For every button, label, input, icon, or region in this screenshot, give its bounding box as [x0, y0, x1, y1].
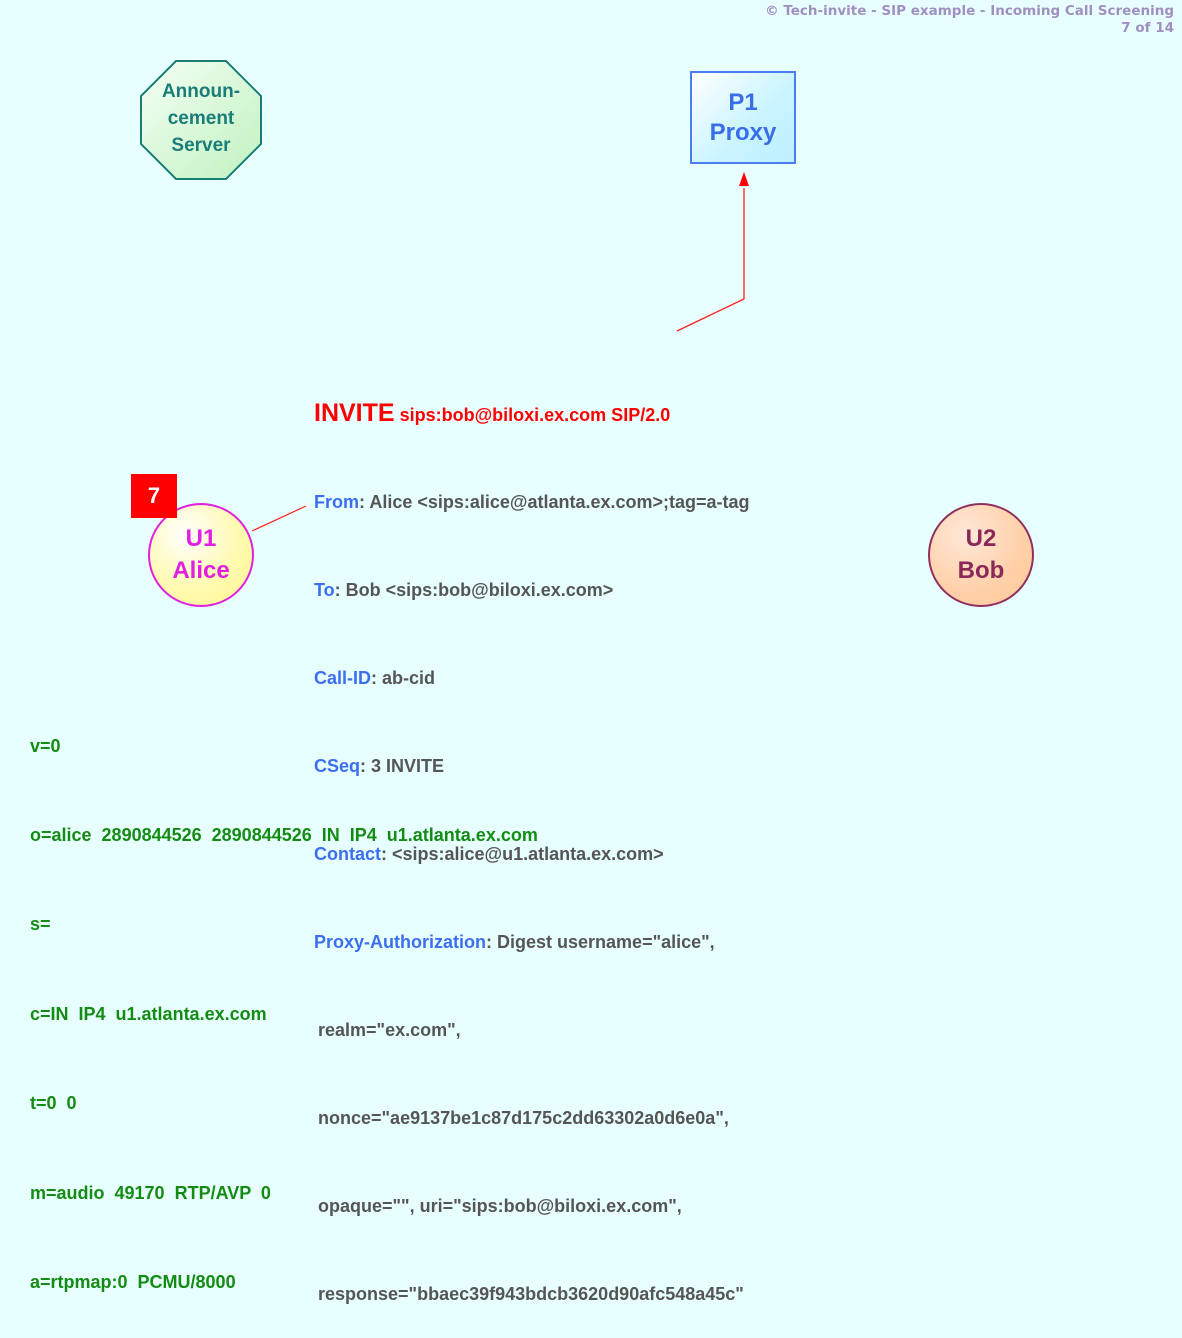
- proxy-label: Proxy: [709, 118, 777, 146]
- header-to: To: Bob <sips:bob@biloxi.ex.com>: [314, 580, 614, 601]
- step-badge: 7: [131, 474, 177, 518]
- sdp-line: t=0 0: [30, 1093, 77, 1114]
- header-from: From: Alice <sips:alice@atlanta.ex.com>;…: [314, 492, 750, 513]
- bob-id: U2: [965, 525, 997, 552]
- sdp-line: s=: [30, 914, 51, 935]
- sdp-line: a=rtpmap:0 PCMU/8000: [30, 1271, 236, 1292]
- sdp-line: v=0: [30, 735, 61, 756]
- sdp-line: c=IN IP4 u1.atlanta.ex.com: [30, 1003, 267, 1024]
- proxy-node: P1 Proxy: [690, 71, 796, 164]
- announcement-server-label: Announ- cement Server: [161, 81, 241, 156]
- request-uri: sips:bob@biloxi.ex.com SIP/2.0: [399, 404, 671, 425]
- arrowhead-icon: [739, 172, 749, 186]
- sdp-line: m=audio 49170 RTP/AVP 0: [30, 1182, 271, 1203]
- sdp-body: v=0 o=alice 2890844526 2890844526 IN IP4…: [30, 672, 538, 1328]
- sdp-line: o=alice 2890844526 2890844526 IN IP4 u1.…: [30, 824, 538, 845]
- request-line: INVITE sips:bob@biloxi.ex.com SIP/2.0: [314, 399, 750, 430]
- slide-title: © Tech-invite - SIP example - Incoming C…: [765, 3, 1174, 19]
- bob-node: U2 Bob: [928, 503, 1034, 607]
- alice-node: U1 Alice: [148, 503, 254, 607]
- alice-label: Alice: [172, 557, 230, 584]
- message-arrow-line: [251, 505, 307, 532]
- proxy-id: P1: [728, 88, 758, 116]
- page-counter: 7 of 14: [1121, 20, 1174, 36]
- message-arrow-to-proxy: [676, 188, 745, 332]
- bob-label: Bob: [957, 557, 1005, 584]
- sip-method: INVITE: [314, 398, 395, 427]
- slide-header: © Tech-invite - SIP example - Incoming C…: [765, 3, 1174, 37]
- alice-id: U1: [185, 525, 217, 552]
